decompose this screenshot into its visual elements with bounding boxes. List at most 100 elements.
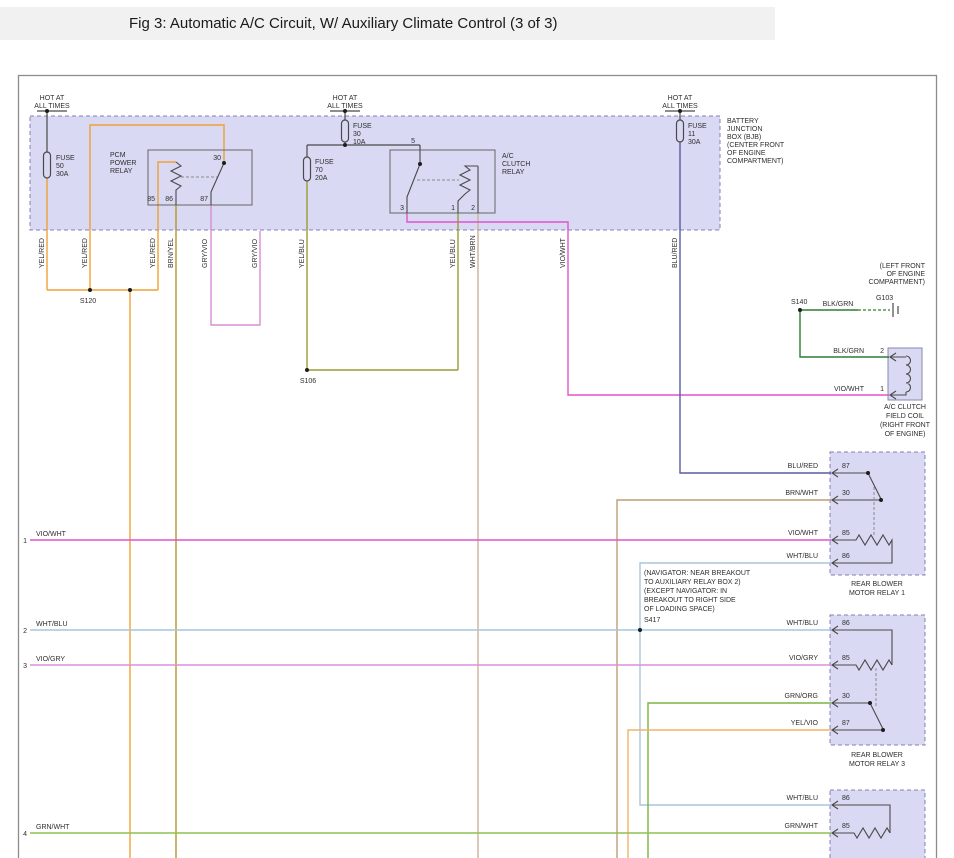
wiring-diagram: HOT AT ALL TIMES HOT AT ALL TIMES HOT AT… <box>0 0 954 858</box>
relay3-label: REAR BLOWER <box>851 752 903 759</box>
bjb-label: JUNCTION <box>727 126 762 133</box>
ground-location-label: OF ENGINE <box>886 271 925 278</box>
junction-dot <box>638 628 642 632</box>
fuse-11-label: FUSE <box>688 123 707 130</box>
wire-label-vertical: VIO/WHT <box>560 237 567 268</box>
contact-dot <box>879 498 883 502</box>
note-text: BREAKOUT TO RIGHT SIDE <box>644 597 736 604</box>
field-coil-label: (RIGHT FRONT <box>880 422 931 429</box>
ac-relay-label: RELAY <box>502 169 525 176</box>
bjb-label: BATTERY <box>727 118 759 125</box>
wire-label-vertical: WHT/BRN <box>470 235 477 268</box>
hot-label: HOT AT <box>333 95 358 102</box>
fuse-70-label: 70 <box>315 167 323 174</box>
wire-label-vertical: YEL/RED <box>39 238 46 268</box>
ground-id-label: G103 <box>876 295 893 302</box>
splice-label-s106: S106 <box>300 378 316 385</box>
wire-label-vertical: YEL/RED <box>82 238 89 268</box>
pin-label-1: 1 <box>880 386 884 393</box>
wire-label: VIO/WHT <box>834 386 865 393</box>
wire-label: WHT/BLU <box>36 621 68 628</box>
fuse-11-label: 30A <box>688 139 701 146</box>
pcm-relay-label: RELAY <box>110 168 133 175</box>
pcm-relay-label: PCM <box>110 152 126 159</box>
circuit-number: 2 <box>23 628 27 635</box>
circuit-number: 4 <box>23 831 27 838</box>
ac-relay-label: CLUTCH <box>502 161 530 168</box>
wire-label: GRN/WHT <box>36 824 70 831</box>
pin-label-85: 85 <box>147 196 155 203</box>
splice-label-s140: S140 <box>791 299 807 306</box>
pin-label-85: 85 <box>842 823 850 830</box>
circuit-number: 1 <box>23 538 27 545</box>
wire-label: WHT/BLU <box>787 795 819 802</box>
note-text: (NAVIGATOR: NEAR BREAKOUT <box>644 570 751 577</box>
wire-viowht-clutch <box>407 213 889 395</box>
wire-label: YEL/VIO <box>791 720 819 727</box>
pin-label-86: 86 <box>842 795 850 802</box>
junction-dot <box>305 368 309 372</box>
note-text: OF LOADING SPACE) <box>644 606 715 613</box>
field-coil-label: FIELD COIL <box>886 413 924 420</box>
pin-label-87: 87 <box>842 720 850 727</box>
fuse-30-label: 30 <box>353 131 361 138</box>
wire-label-vertical: YEL/BLU <box>299 239 306 268</box>
field-coil-label: A/C CLUTCH <box>884 404 926 411</box>
fuse-50-label: 50 <box>56 163 64 170</box>
junction-dot <box>798 308 802 312</box>
pin-label-30: 30 <box>213 155 221 162</box>
wire-yelvio-relay3-87 <box>628 730 831 858</box>
wire-label: VIO/GRY <box>789 655 818 662</box>
splice-label-s120: S120 <box>80 298 96 305</box>
junction-dot <box>88 288 92 292</box>
contact-dot <box>418 162 422 166</box>
contact-dot <box>868 701 872 705</box>
pin-label-30: 30 <box>842 693 850 700</box>
contact-dot <box>881 728 885 732</box>
hot-label: ALL TIMES <box>662 103 698 110</box>
ac-clutch-field-coil-box <box>888 348 922 400</box>
pin-label-30: 30 <box>842 490 850 497</box>
fuse-30-label: 10A <box>353 139 366 146</box>
hot-label: ALL TIMES <box>34 103 70 110</box>
fuse-11-label: 11 <box>688 131 695 138</box>
contact-dot <box>866 471 870 475</box>
pin-label-85: 85 <box>842 655 850 662</box>
pin-label-86: 86 <box>842 553 850 560</box>
pin-label-5: 5 <box>411 138 415 145</box>
pin-label-2: 2 <box>471 205 475 212</box>
pin-label-3: 3 <box>400 205 404 212</box>
circuit-number: 3 <box>23 663 27 670</box>
relay3-label: MOTOR RELAY 3 <box>849 761 905 768</box>
wire-label: BLK/GRN <box>833 348 864 355</box>
pin-label-86: 86 <box>165 196 173 203</box>
wire-label: VIO/WHT <box>788 530 819 537</box>
pin-label-87: 87 <box>200 196 208 203</box>
pcm-relay-label: POWER <box>110 160 136 167</box>
wire-label: WHT/BLU <box>787 553 819 560</box>
ground-location-label: COMPARTMENT) <box>868 279 925 286</box>
fuse-30-label: FUSE <box>353 123 372 130</box>
fuse-70-label: 20A <box>315 175 328 182</box>
wire-label-vertical: BRN/YEL <box>168 238 175 268</box>
pin-label-87: 87 <box>842 463 850 470</box>
relay1-label: REAR BLOWER <box>851 581 903 588</box>
hot-label: HOT AT <box>668 95 693 102</box>
pin-label-86: 86 <box>842 620 850 627</box>
hot-label: ALL TIMES <box>327 103 363 110</box>
bjb-label: OF ENGINE <box>727 150 766 157</box>
wire-label: BLU/RED <box>788 463 818 470</box>
wire-label: GRN/ORG <box>785 693 818 700</box>
ac-relay-label: A/C <box>502 153 514 160</box>
wire-label-vertical: GRY/VIO <box>252 238 259 268</box>
wire-label: BRN/WHT <box>785 490 818 497</box>
note-text: TO AUXILIARY RELAY BOX 2) <box>644 579 741 586</box>
wire-label: WHT/BLU <box>787 620 819 627</box>
wire-label: GRN/WHT <box>785 823 819 830</box>
field-coil-label: OF ENGINE) <box>885 431 926 438</box>
fuse-70-label: FUSE <box>315 159 334 166</box>
wire-label-vertical: YEL/BLU <box>450 239 457 268</box>
ground-location-label: (LEFT FRONT <box>880 263 926 270</box>
pin-label-1: 1 <box>451 205 455 212</box>
bjb-label: (CENTER FRONT <box>727 142 785 149</box>
